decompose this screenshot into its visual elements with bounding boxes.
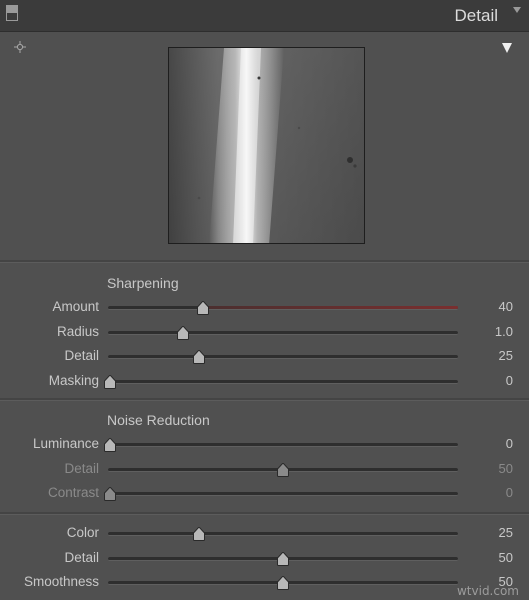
slider-track[interactable] (108, 379, 458, 384)
panel-collapse-icon[interactable] (6, 5, 18, 21)
section-divider (0, 398, 529, 401)
slider-row-detail[interactable]: Detail 50 (0, 461, 529, 485)
slider-label: Amount (52, 299, 99, 314)
section-divider (0, 260, 529, 263)
panel-title: Detail (454, 6, 498, 25)
slider-track-highlight (202, 306, 458, 309)
slider-value[interactable]: 25 (499, 525, 513, 540)
slider-thumb[interactable] (193, 350, 205, 364)
slider-track[interactable] (108, 492, 458, 496)
slider-label: Detail (64, 549, 99, 565)
slider-row-luminance[interactable]: Luminance 0 (0, 436, 529, 460)
slider-thumb[interactable] (177, 325, 190, 340)
watermark: wtvid.com (456, 584, 519, 598)
slider-thumb[interactable] (104, 374, 116, 389)
slider-label: Detail (64, 348, 99, 363)
slider-track[interactable] (108, 330, 458, 335)
triangle-warning-icon[interactable] (501, 42, 513, 54)
slider-label: Smoothness (23, 574, 99, 589)
slider-value[interactable]: 50 (499, 461, 513, 476)
panel-header[interactable]: Detail (0, 0, 529, 32)
slider-label: Color (66, 525, 99, 540)
slider-row-masking[interactable]: Masking 0 (0, 373, 529, 397)
slider-value[interactable]: 0 (506, 436, 513, 451)
slider-row-contrast[interactable]: Contrast 0 (0, 485, 529, 509)
slider-thumb[interactable] (193, 527, 205, 541)
slider-value[interactable]: 25 (499, 348, 513, 363)
slider-value[interactable]: 40 (499, 299, 513, 314)
slider-track[interactable] (108, 532, 458, 536)
slider-label: Radius (56, 323, 99, 339)
slider-track[interactable] (108, 306, 458, 310)
slider-label: Contrast (47, 485, 99, 500)
slider-track[interactable] (108, 443, 458, 447)
slider-label: Detail (64, 460, 99, 476)
slider-thumb[interactable] (277, 462, 289, 477)
slider-label: Luminance (32, 436, 99, 451)
slider-row-detail[interactable]: Detail 50 (0, 550, 529, 574)
slider-label: Masking (48, 372, 99, 388)
slider-row-color[interactable]: Color 25 (0, 525, 529, 549)
slider-row-smoothness[interactable]: Smoothness 50 (0, 574, 529, 598)
slider-thumb[interactable] (196, 301, 209, 315)
section-divider (0, 512, 529, 515)
slider-thumb[interactable] (277, 551, 289, 566)
crosshair-target-icon[interactable] (14, 41, 26, 53)
slider-value[interactable]: 1.0 (495, 324, 513, 339)
slider-row-amount[interactable]: Amount 40 (0, 299, 529, 323)
slider-value[interactable]: 0 (506, 373, 513, 388)
slider-value[interactable]: 50 (499, 550, 513, 565)
slider-thumb[interactable] (277, 576, 289, 590)
slider-value[interactable]: 0 (506, 485, 513, 500)
noise-reduction-title: Noise Reduction (107, 412, 210, 428)
slider-track[interactable] (108, 355, 458, 359)
slider-row-radius[interactable]: Radius 1.0 (0, 324, 529, 348)
slider-thumb[interactable] (104, 438, 116, 452)
sharpening-title: Sharpening (107, 275, 179, 291)
slider-thumb[interactable] (104, 487, 116, 501)
detail-preview-image[interactable] (168, 47, 365, 244)
chevron-down-icon[interactable] (513, 7, 521, 13)
slider-row-detail[interactable]: Detail 25 (0, 348, 529, 372)
